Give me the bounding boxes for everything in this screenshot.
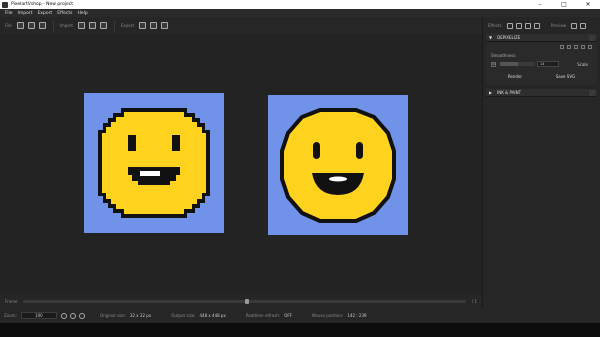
- output-size-value: 448 x 448 px: [199, 313, 226, 318]
- pixel-smiley-icon: [98, 108, 210, 218]
- realtime-label: Realtime refresh:: [245, 313, 281, 318]
- effect-list-icon[interactable]: [524, 22, 531, 29]
- effect-sliders-icon[interactable]: [515, 22, 522, 29]
- depixelize-options: [491, 45, 592, 49]
- effects-label: Effects: [488, 23, 502, 28]
- menu-export[interactable]: Export: [37, 11, 52, 16]
- export-image-icon[interactable]: [139, 22, 147, 29]
- preview-window-icon[interactable]: [580, 22, 587, 29]
- menu-bar: File Import Export Effects Help: [0, 9, 600, 17]
- frame-slider-handle[interactable]: [244, 299, 249, 304]
- depixelize-title: DEPIXELIZE: [497, 35, 521, 40]
- smoothness-label: Smoothness: [491, 53, 516, 58]
- title-bar: PixelartVshop - New project – □ ✕: [0, 0, 600, 9]
- smoothness-slider[interactable]: [500, 62, 535, 66]
- toolbar-divider: [113, 20, 115, 31]
- original-pixel-image: [84, 93, 224, 233]
- import-file-icon[interactable]: [88, 22, 96, 29]
- zoom-fit-icon[interactable]: [78, 312, 85, 319]
- toolbar-divider: [52, 20, 54, 31]
- smoothness-checkbox[interactable]: On: [491, 61, 496, 67]
- taskbar-strip: [0, 323, 600, 337]
- ink-paint-title: INK & PAINT: [497, 90, 522, 95]
- remove-effect-icon[interactable]: [589, 34, 595, 41]
- open-folder-icon[interactable]: [27, 22, 35, 29]
- import-sheet-icon[interactable]: [99, 22, 107, 29]
- save-icon[interactable]: [38, 22, 46, 29]
- remove-effect-icon[interactable]: [589, 89, 595, 96]
- ink-paint-header[interactable]: ▶ INK & PAINT: [486, 89, 597, 97]
- main-toolbar: File Import Export: [0, 17, 482, 34]
- scale-label[interactable]: Scale: [577, 62, 588, 67]
- info-icon[interactable]: [581, 45, 585, 49]
- mouse-position-value: 142 : 239: [347, 313, 367, 318]
- zoom-out-icon[interactable]: [69, 312, 76, 319]
- mouse-position-label: Mouse position:: [311, 313, 344, 318]
- frame-bar: Frame / 1: [0, 295, 482, 308]
- slider-fill: [500, 62, 518, 66]
- toolbar-import-label: Import: [59, 23, 73, 28]
- depixelize-body: Smoothness On 14 Scale Render Save SVG: [486, 42, 597, 85]
- export-sheet-icon[interactable]: [150, 22, 158, 29]
- app-window: PixelartVshop - New project – □ ✕ File I…: [0, 0, 600, 337]
- effects-toolbar: Effects Preview: [483, 17, 600, 34]
- paste-icon[interactable]: [567, 45, 571, 49]
- reset-icon[interactable]: [574, 45, 578, 49]
- window-title: PixelartVshop - New project: [11, 2, 74, 7]
- original-size-value: 32 x 32 px: [129, 313, 152, 318]
- close-button[interactable]: ✕: [576, 0, 600, 9]
- app-icon: [2, 1, 8, 8]
- realtime-value[interactable]: OFF: [284, 313, 292, 318]
- collapse-arrow-icon[interactable]: ▼: [489, 35, 492, 40]
- effect-settings-icon[interactable]: [533, 22, 540, 29]
- frame-slider[interactable]: [23, 299, 466, 304]
- original-size-label: Original size:: [99, 313, 126, 318]
- frame-count: / 1: [471, 299, 477, 304]
- render-button[interactable]: Render: [508, 74, 522, 79]
- status-bar: Zoom: 100 Original size: 32 x 32 px Outp…: [0, 308, 600, 323]
- expand-arrow-icon[interactable]: ▶: [489, 90, 492, 95]
- effect-add-icon[interactable]: [506, 22, 513, 29]
- export-animation-icon[interactable]: [161, 22, 169, 29]
- minimize-button[interactable]: –: [528, 0, 552, 9]
- menu-import[interactable]: Import: [18, 11, 33, 16]
- help-icon[interactable]: [588, 45, 592, 49]
- effects-panel: Effects Preview ▼ DEPIXELIZE Smoothness …: [482, 17, 600, 308]
- canvas-area[interactable]: [0, 34, 482, 295]
- zoom-label: Zoom:: [4, 313, 17, 318]
- toolbar-export-label: Export: [120, 23, 135, 28]
- menu-effects[interactable]: Effects: [57, 11, 72, 16]
- ink-paint-section: ▶ INK & PAINT: [486, 89, 597, 97]
- smooth-smiley-icon: [280, 108, 396, 223]
- menu-help[interactable]: Help: [78, 11, 88, 16]
- depixelize-section: ▼ DEPIXELIZE Smoothness On 14 Scale Rend…: [486, 34, 597, 85]
- smoothness-row: On 14 Scale: [491, 60, 592, 68]
- depixelize-header[interactable]: ▼ DEPIXELIZE: [486, 34, 597, 42]
- preview-label: Preview: [550, 23, 567, 28]
- frame-label: Frame: [5, 299, 18, 304]
- import-image-icon[interactable]: [77, 22, 85, 29]
- save-svg-button[interactable]: Save SVG: [556, 74, 575, 79]
- copy-icon[interactable]: [560, 45, 564, 49]
- menu-file[interactable]: File: [5, 11, 13, 16]
- depixelized-image: [268, 95, 408, 235]
- new-file-icon[interactable]: [16, 22, 24, 29]
- zoom-in-icon[interactable]: [60, 312, 67, 319]
- smoothness-value[interactable]: 14: [537, 61, 559, 67]
- maximize-button[interactable]: □: [552, 0, 576, 9]
- zoom-input[interactable]: 100: [20, 312, 57, 319]
- depixelize-actions: Render Save SVG: [491, 74, 592, 82]
- output-size-label: Output size:: [171, 313, 196, 318]
- preview-split-icon[interactable]: [571, 22, 578, 29]
- window-controls: – □ ✕: [528, 0, 600, 9]
- toolbar-file-label: File: [5, 23, 12, 28]
